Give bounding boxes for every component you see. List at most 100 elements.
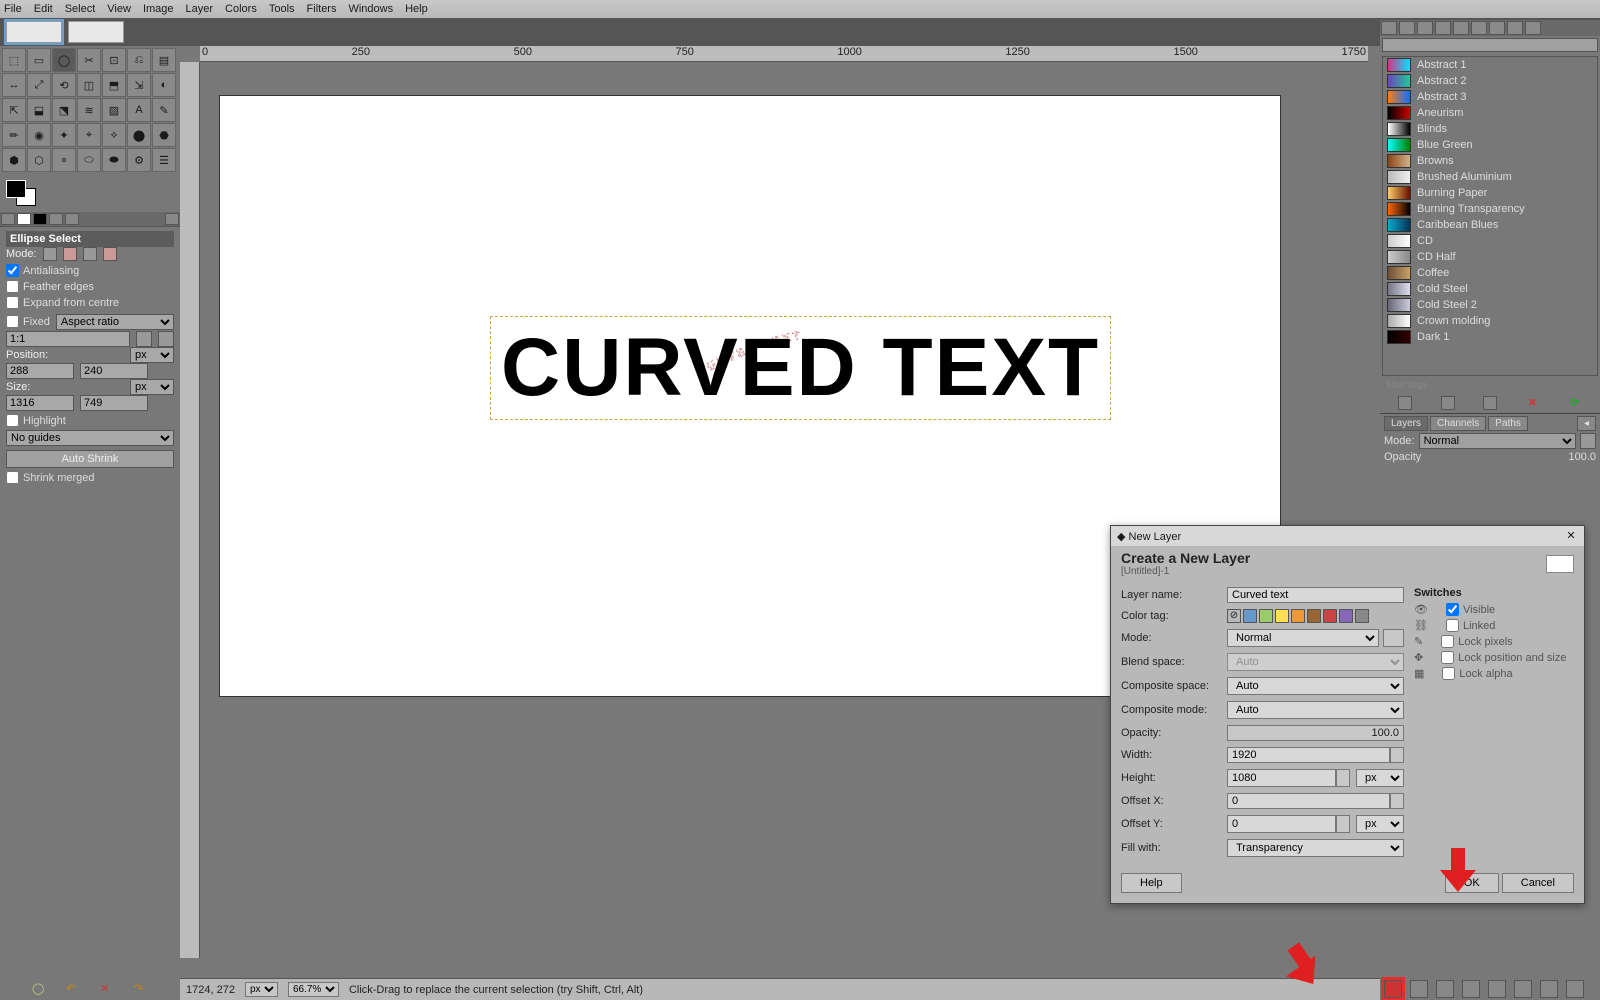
gradient-item[interactable]: Coffee: [1383, 265, 1597, 281]
tab-icon[interactable]: [1471, 21, 1487, 35]
tool-5[interactable]: ⎌: [127, 48, 151, 72]
new-icon[interactable]: [1441, 396, 1455, 410]
tab-paths[interactable]: Paths: [1488, 416, 1528, 431]
offx-input[interactable]: [1227, 793, 1390, 809]
delete-icon[interactable]: ✕: [100, 982, 114, 996]
tool-23[interactable]: ✦: [52, 123, 76, 147]
tab-icon[interactable]: [1435, 21, 1451, 35]
layer-name-input[interactable]: [1227, 587, 1404, 603]
panel-menu-icon[interactable]: ◂: [1577, 416, 1596, 431]
tool-13[interactable]: ◐: [152, 73, 176, 97]
tool-20[interactable]: ✎: [152, 98, 176, 122]
edit-icon[interactable]: [1398, 396, 1412, 410]
color-tag[interactable]: [1275, 609, 1289, 623]
color-tag[interactable]: [1291, 609, 1305, 623]
gradient-item[interactable]: Crown molding: [1383, 313, 1597, 329]
comp-space-select[interactable]: Auto: [1227, 677, 1404, 695]
tab-icon[interactable]: [1399, 21, 1415, 35]
menu-view[interactable]: View: [107, 3, 131, 15]
tool-18[interactable]: ▨: [102, 98, 126, 122]
size-unit-select[interactable]: px: [1356, 769, 1404, 787]
gradient-item[interactable]: Burning Transparency: [1383, 201, 1597, 217]
fill-select[interactable]: Transparency: [1227, 839, 1404, 857]
height-input[interactable]: [1227, 769, 1336, 787]
antialias-check[interactable]: Antialiasing: [6, 264, 174, 277]
lockalpha-check[interactable]: ▦ Lock alpha: [1414, 667, 1574, 680]
lower-button[interactable]: [1462, 980, 1480, 998]
guides-select[interactable]: No guides: [6, 430, 174, 446]
gradient-item[interactable]: Blinds: [1383, 121, 1597, 137]
tool-29[interactable]: ⬡: [27, 148, 51, 172]
lockpx-check[interactable]: ✎ Lock pixels: [1414, 635, 1574, 648]
tab-icon[interactable]: [1381, 21, 1397, 35]
menu-file[interactable]: File: [4, 3, 22, 15]
mode-sub-icon[interactable]: [83, 247, 97, 261]
offset-unit-select[interactable]: px: [1356, 815, 1404, 833]
highlight-check[interactable]: Highlight: [6, 414, 174, 427]
color-tag[interactable]: [1339, 609, 1353, 623]
delete-layer-button[interactable]: [1566, 980, 1584, 998]
offx-spinner[interactable]: [1390, 793, 1404, 809]
tab-layers[interactable]: Layers: [1384, 416, 1428, 431]
tool-28[interactable]: ⬢: [2, 148, 26, 172]
tool-34[interactable]: ☰: [152, 148, 176, 172]
menu-filters[interactable]: Filters: [307, 3, 337, 15]
gradient-item[interactable]: Cold Steel: [1383, 281, 1597, 297]
width-input[interactable]: [1227, 747, 1390, 763]
tool-4[interactable]: ⊡: [102, 48, 126, 72]
status-unit-select[interactable]: px: [245, 982, 278, 997]
width-spinner[interactable]: [1390, 747, 1404, 763]
tool-11[interactable]: ⬒: [102, 73, 126, 97]
redo-icon[interactable]: ↷: [134, 982, 148, 996]
landscape-icon[interactable]: [158, 331, 174, 347]
mask-button[interactable]: [1540, 980, 1558, 998]
mode-intersect-icon[interactable]: [103, 247, 117, 261]
tool-25[interactable]: ⟡: [102, 123, 126, 147]
dup-icon[interactable]: [1483, 396, 1497, 410]
status-zoom-select[interactable]: 66.7%: [288, 982, 339, 997]
menu-layer[interactable]: Layer: [186, 3, 214, 15]
shrinkmerged-check[interactable]: Shrink merged: [6, 471, 174, 484]
portrait-icon[interactable]: [136, 331, 152, 347]
size-w-input[interactable]: [6, 395, 74, 411]
tool-27[interactable]: ⬣: [152, 123, 176, 147]
opacity-slider[interactable]: 100.0: [1227, 725, 1404, 741]
gradient-item[interactable]: CD: [1383, 233, 1597, 249]
mode-add-icon[interactable]: [63, 247, 77, 261]
gradient-item[interactable]: Caribbean Blues: [1383, 217, 1597, 233]
fixed-check[interactable]: Fixed: [6, 315, 50, 328]
gradient-item[interactable]: Brushed Aluminium: [1383, 169, 1597, 185]
tool-17[interactable]: ≋: [77, 98, 101, 122]
doc-tab-1[interactable]: [6, 21, 62, 43]
color-tag[interactable]: [1323, 609, 1337, 623]
dup-layer-button[interactable]: [1488, 980, 1506, 998]
gradient-list[interactable]: Abstract 1Abstract 2Abstract 3AneurismBl…: [1382, 56, 1598, 376]
tab-icon[interactable]: [1507, 21, 1523, 35]
tool-3[interactable]: ✂: [77, 48, 101, 72]
tool-19[interactable]: A: [127, 98, 151, 122]
help-button[interactable]: Help: [1121, 873, 1182, 893]
tab-icon[interactable]: [1489, 21, 1505, 35]
menu-colors[interactable]: Colors: [225, 3, 257, 15]
layer-mode-select[interactable]: Normal: [1419, 433, 1576, 449]
gradient-item[interactable]: Blue Green: [1383, 137, 1597, 153]
menu-image[interactable]: Image: [143, 3, 174, 15]
close-icon[interactable]: ✕: [1564, 529, 1578, 543]
color-tag[interactable]: [1243, 609, 1257, 623]
gradient-item[interactable]: CD Half: [1383, 249, 1597, 265]
dialog-titlebar[interactable]: ◆ New Layer ✕: [1111, 526, 1584, 546]
tab-icon[interactable]: [1417, 21, 1433, 35]
mode-replace-icon[interactable]: [43, 247, 57, 261]
tool-1[interactable]: ▭: [27, 48, 51, 72]
gradient-item[interactable]: Abstract 1: [1383, 57, 1597, 73]
pos-x-input[interactable]: [6, 363, 74, 379]
gradient-item[interactable]: Dark 1: [1383, 329, 1597, 345]
text-layer[interactable]: CURVED TEXT: [490, 316, 1111, 420]
tool-33[interactable]: ⚙: [127, 148, 151, 172]
layer-group-button[interactable]: [1410, 980, 1428, 998]
gradient-item[interactable]: Cold Steel 2: [1383, 297, 1597, 313]
color-tag[interactable]: ⊘: [1227, 609, 1241, 623]
fg-color[interactable]: [6, 180, 26, 198]
autoshrink-button[interactable]: Auto Shrink: [6, 450, 174, 468]
tool-9[interactable]: ⟲: [52, 73, 76, 97]
